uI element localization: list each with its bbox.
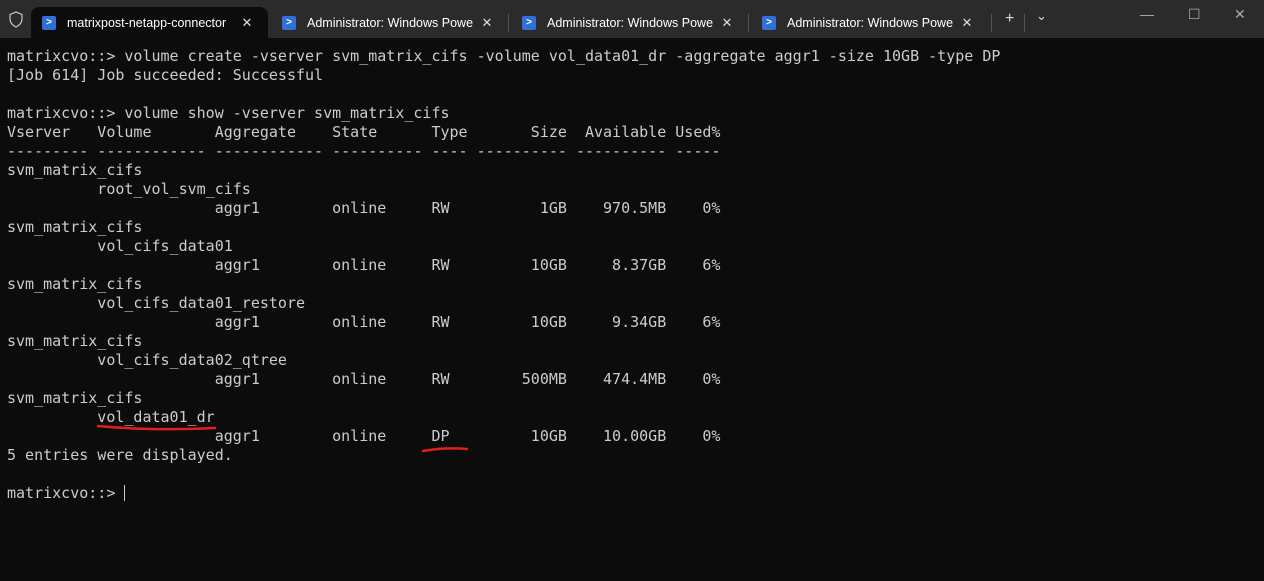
- underline-dp: [421, 447, 469, 453]
- underline-vol-data01-dr: [96, 424, 217, 431]
- annotation-layer: [96, 424, 469, 453]
